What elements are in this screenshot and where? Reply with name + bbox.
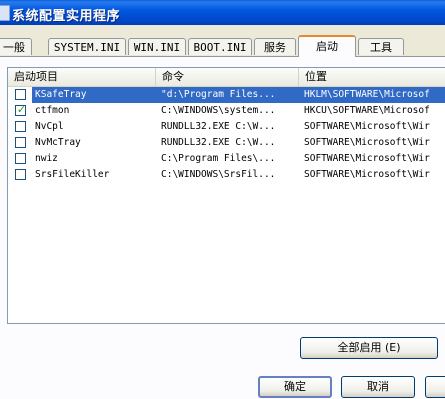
ok-button[interactable]: 确定: [258, 376, 332, 398]
apply-button[interactable]: [425, 376, 445, 398]
list-row[interactable]: KSafeTray "d:\Program Files... HKLM\SOFTWA…: [8, 87, 445, 103]
list-row[interactable]: NvCpl RUNDLL32.EXE C:\W... SOFTWARE\Micros…: [8, 119, 445, 135]
startup-item-checkbox[interactable]: [15, 169, 26, 180]
list-rows: KSafeTray "d:\Program Files... HKLM\SOFTWA…: [8, 87, 445, 183]
tab-tools[interactable]: 工具: [358, 38, 404, 55]
startup-item-name: SrsFileKiller: [35, 169, 110, 180]
column-header-command[interactable]: 命令: [156, 68, 299, 86]
column-header-item[interactable]: 启动项目: [8, 68, 156, 86]
list-row[interactable]: nwiz C:\Program Files\... SOFTWARE\Microso…: [8, 151, 445, 167]
startup-item-checkbox[interactable]: [15, 89, 26, 100]
cancel-button[interactable]: 取消: [341, 376, 415, 398]
enable-all-hotkey: (E): [384, 341, 401, 354]
startup-item-command: C:\WINDOWS\system...: [161, 105, 276, 116]
tab-general[interactable]: 一般: [0, 38, 32, 55]
column-header-location[interactable]: 位置: [299, 68, 445, 86]
startup-item-command: "d:\Program Files...: [161, 89, 276, 100]
enable-all-button[interactable]: 全部启用 (E): [300, 337, 438, 359]
tab-startup[interactable]: 启动: [298, 35, 356, 57]
startup-item-checkbox[interactable]: [15, 137, 26, 148]
startup-item-command: RUNDLL32.EXE C:\W...: [161, 137, 276, 148]
startup-item-location: SOFTWARE\Microsoft\Wir: [304, 169, 430, 180]
tab-win-ini[interactable]: WIN.INI: [128, 38, 186, 55]
startup-item-location: SOFTWARE\Microsoft\Wir: [304, 121, 430, 132]
list-row[interactable]: SrsFileKiller C:\WINDOWS\SrsFil... SOFTWAR…: [8, 167, 445, 183]
list-row[interactable]: ✓ ctfmon C:\WINDOWS\system... HKCU\SOFTWARE…: [8, 103, 445, 119]
checkmark-icon: ✓: [16, 103, 27, 116]
window-title: 系统配置实用程序: [12, 9, 121, 24]
startup-item-checkbox[interactable]: [15, 121, 26, 132]
startup-item-name: NvMcTray: [35, 137, 81, 148]
startup-item-location: HKCU\SOFTWARE\Microsof: [304, 105, 430, 116]
startup-item-checkbox[interactable]: [15, 153, 26, 164]
startup-item-location: HKLM\SOFTWARE\Microsof: [304, 89, 430, 100]
startup-list[interactable]: 启动项目 命令 位置 KSafeTray "d:\Program Files...…: [7, 67, 445, 324]
startup-item-command: C:\Program Files\...: [161, 153, 276, 164]
window-app-icon[interactable]: [0, 5, 10, 21]
startup-item-location: SOFTWARE\Microsoft\Wir: [304, 153, 430, 164]
tab-system-ini[interactable]: SYSTEM.INI: [48, 38, 126, 55]
tab-boot-ini[interactable]: BOOT.INI: [188, 38, 252, 55]
startup-item-command: C:\WINDOWS\SrsFil...: [161, 169, 276, 180]
tab-services[interactable]: 服务: [254, 38, 296, 55]
enable-all-label: 全部启用: [337, 341, 382, 354]
list-row[interactable]: NvMcTray RUNDLL32.EXE C:\W... SOFTWARE\Mic…: [8, 135, 445, 151]
title-bar: 系统配置实用程序: [0, 0, 445, 25]
startup-item-checkbox[interactable]: ✓: [15, 103, 27, 116]
startup-item-name: NvCpl: [35, 121, 64, 132]
startup-item-command: RUNDLL32.EXE C:\W...: [161, 121, 276, 132]
tab-strip: 一般 SYSTEM.INI WIN.INI BOOT.INI 服务 启动 工具: [0, 35, 445, 58]
startup-item-name: nwiz: [35, 153, 58, 164]
startup-item-location: SOFTWARE\Microsoft\Wir: [304, 137, 430, 148]
startup-item-name: ctfmon: [35, 105, 70, 116]
startup-item-name: KSafeTray: [35, 89, 87, 100]
list-header: 启动项目 命令 位置: [8, 68, 445, 87]
